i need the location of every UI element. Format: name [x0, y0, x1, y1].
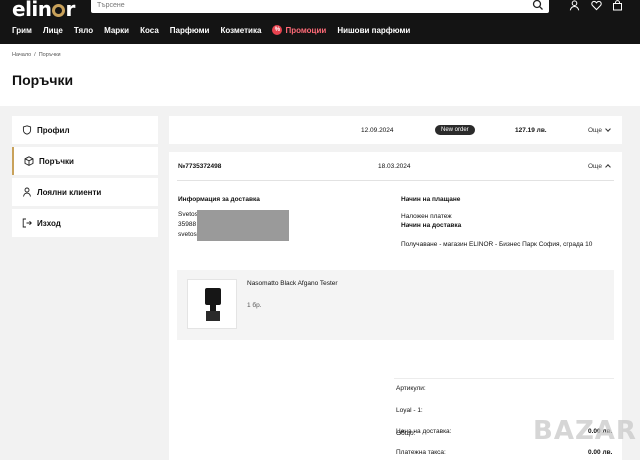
delivery-phone: 35988 [178, 221, 197, 228]
delivery-name: Svetos [178, 211, 198, 218]
logout-icon [22, 218, 32, 228]
order-total: 127.19 лв. [515, 127, 547, 134]
summary-items-label: Артикули: [396, 385, 426, 392]
box-icon [24, 156, 34, 166]
delivery-info-heading: Информация за доставка [178, 196, 260, 203]
more-toggle[interactable]: Още [588, 163, 611, 170]
product-name[interactable]: Nasomatto Black Afgano Tester [247, 280, 338, 287]
summary-fee-label: Платежна такса: [396, 449, 446, 456]
title-area: Начало / Поръчки Поръчки [0, 44, 640, 106]
order-row[interactable]: 12.09.2024 New order 127.19 лв. Още [169, 116, 622, 144]
nav-face[interactable]: Лице [43, 26, 63, 35]
summary-divider [394, 378, 614, 379]
top-header: elinr Грим Лице Тяло Марки Коса Парфюми … [0, 0, 640, 44]
delivery-email: svetos [178, 231, 197, 238]
search-box[interactable] [91, 0, 549, 13]
product-item[interactable]: Nasomatto Black Afgano Tester 1 бр. [177, 270, 614, 340]
user-icon[interactable] [569, 0, 580, 11]
nav-cosmetics[interactable]: Козметика [220, 26, 261, 35]
payment-method-heading: Начин на плащане [401, 196, 461, 203]
account-sidebar: Профил Поръчки Лоялни клиенти Изход [12, 116, 158, 240]
sidebar-item-loyal-clients[interactable]: Лоялни клиенти [12, 178, 158, 206]
main-nav: Грим Лице Тяло Марки Коса Парфюми Козмет… [12, 24, 421, 36]
order-details: №7735372498 18.03.2024 Още Информация за… [169, 152, 622, 460]
payment-method-value: Наложен платеж [401, 213, 452, 220]
breadcrumb: Начало / Поръчки [12, 52, 64, 58]
shield-icon [22, 125, 32, 135]
bottle-cap [205, 288, 221, 305]
sidebar-item-logout[interactable]: Изход [12, 209, 158, 237]
orders-panel: 12.09.2024 New order 127.19 лв. Още №773… [169, 116, 622, 460]
nav-promotions[interactable]: % Промоции [272, 25, 326, 35]
sidebar-item-label: Изход [37, 218, 61, 228]
sidebar-item-label: Лоялни клиенти [37, 187, 102, 197]
nav-promotions-label: Промоции [285, 25, 327, 35]
status-badge: New order [435, 125, 475, 135]
more-label: Още [588, 127, 602, 134]
sidebar-item-orders[interactable]: Поръчки [12, 147, 158, 175]
breadcrumb-home[interactable]: Начало [12, 52, 31, 58]
more-toggle[interactable]: Още [588, 126, 611, 134]
elinor-logo[interactable]: elin r [12, 0, 75, 21]
chevron-down-icon [605, 126, 611, 132]
search-icon[interactable] [532, 0, 544, 11]
sidebar-item-label: Профил [37, 125, 70, 135]
nav-grim[interactable]: Грим [12, 26, 32, 35]
order-number: №7735372498 [178, 163, 222, 170]
summary-loyal-label: Loyal - 1: [396, 407, 423, 414]
nav-niche-perfumes[interactable]: Нишови парфюми [337, 26, 410, 35]
heart-icon[interactable] [591, 0, 602, 11]
divider [177, 180, 614, 181]
bazar-watermark: BAZAR [533, 416, 637, 446]
person-icon [23, 187, 31, 197]
page-title: Поръчки [12, 72, 74, 88]
redaction-block [197, 210, 289, 241]
percent-icon: % [272, 25, 283, 35]
summary-fee-value: 0.00 лв. [588, 449, 613, 456]
nav-hair[interactable]: Коса [140, 26, 159, 35]
sidebar-item-profile[interactable]: Профил [12, 116, 158, 144]
bottle-body [206, 311, 220, 321]
breadcrumb-separator: / [34, 52, 36, 58]
order-date: 18.03.2024 [378, 163, 411, 170]
delivery-method-value: Получаване - магазин ELINOR - Бизнес Пар… [401, 241, 593, 248]
nav-brands[interactable]: Марки [104, 26, 129, 35]
delivery-method-heading: Начин на доставка [401, 222, 462, 229]
more-label: Още [588, 163, 602, 170]
breadcrumb-current: Поръчки [38, 52, 61, 58]
product-quantity: 1 бр. [247, 302, 262, 309]
product-image [187, 279, 237, 329]
bag-icon[interactable] [612, 0, 623, 11]
search-input[interactable] [97, 0, 517, 11]
nav-perfumes[interactable]: Парфюми [170, 26, 210, 35]
nav-body[interactable]: Тяло [74, 26, 93, 35]
summary-total-label: Общо: [396, 430, 416, 437]
order-date: 12.09.2024 [361, 127, 394, 134]
sidebar-item-label: Поръчки [39, 156, 74, 166]
chevron-up-icon [605, 164, 611, 170]
